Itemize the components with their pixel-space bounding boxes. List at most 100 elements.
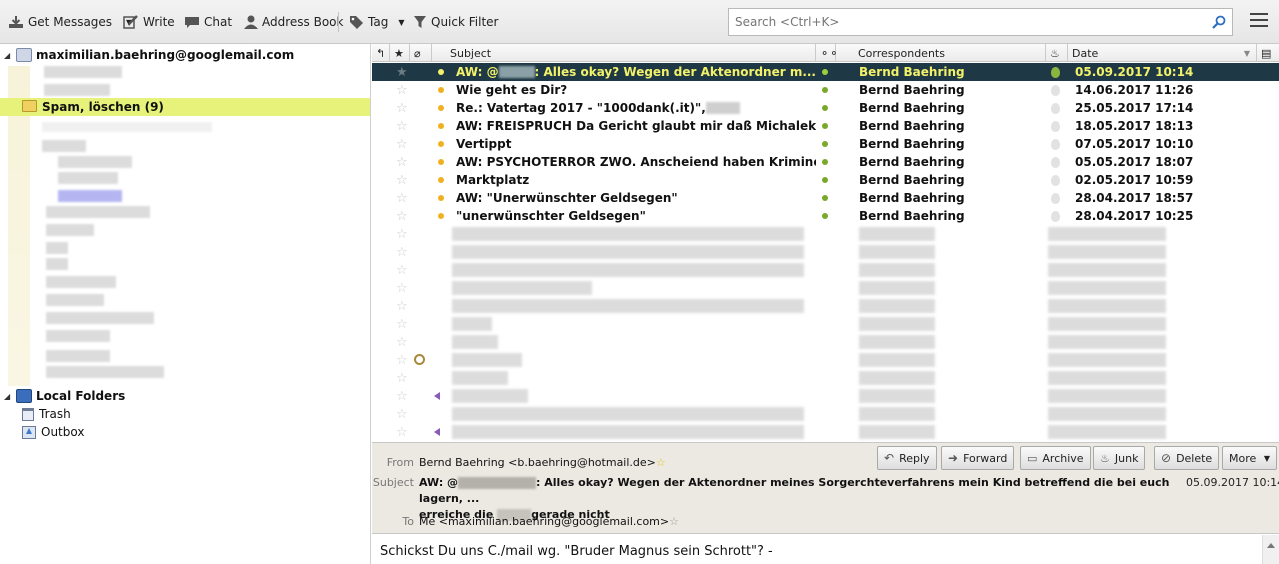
redacted-message-row[interactable]: ☆ (372, 387, 1279, 405)
chat-button[interactable]: Chat (184, 13, 232, 31)
reply-button[interactable]: ↶ Reply (877, 446, 937, 470)
junk-flame-icon[interactable] (1051, 135, 1063, 153)
star-icon[interactable]: ☆ (396, 423, 408, 441)
redacted-folder[interactable] (46, 366, 164, 378)
search-box[interactable] (728, 8, 1233, 36)
star-icon[interactable]: ☆ (396, 225, 408, 243)
star-icon[interactable]: ☆ (396, 189, 410, 207)
star-icon[interactable]: ☆ (396, 243, 408, 261)
more-button[interactable]: More ▼ (1222, 446, 1277, 470)
star-icon[interactable]: ☆ (396, 171, 410, 189)
junk-flame-icon[interactable] (1051, 117, 1063, 135)
junk-flame-icon[interactable] (1051, 63, 1063, 81)
message-row[interactable]: ☆ Re.: Vatertag 2017 - "1000dank(.it)", … (372, 99, 1279, 117)
star-icon[interactable]: ☆ (396, 333, 408, 351)
redacted-message-row[interactable]: ☆ (372, 297, 1279, 315)
message-row[interactable]: ☆ "unerwünschter Geldsegen" Bernd Baehri… (372, 207, 1279, 225)
star-icon[interactable]: ☆ (396, 135, 410, 153)
redacted-message-row[interactable]: ☆ (372, 369, 1279, 387)
star-icon[interactable]: ☆ (669, 515, 679, 528)
read-status-icon[interactable] (822, 153, 828, 171)
star-icon[interactable]: ☆ (396, 261, 408, 279)
read-status-icon[interactable] (822, 99, 828, 117)
message-row[interactable]: ★ AW: @: Alles okay? Wegen der Aktenordn… (372, 63, 1279, 81)
star-icon[interactable]: ☆ (396, 405, 408, 423)
redacted-folder[interactable] (46, 224, 94, 236)
unread-dot-icon[interactable] (438, 63, 446, 81)
correspondents-column[interactable]: Correspondents (836, 44, 1046, 62)
from-value[interactable]: Bernd Baehring <b.baehring@hotmail.de>☆ (419, 456, 666, 469)
collapse-icon[interactable]: ◢ (4, 392, 12, 401)
unread-dot-icon[interactable] (438, 135, 446, 153)
read-status-icon[interactable] (822, 63, 828, 81)
message-row[interactable]: ☆ Marktplatz Bernd Baehring 02.05.2017 1… (372, 171, 1279, 189)
archive-button[interactable]: ▭ Archive (1020, 446, 1091, 470)
message-row[interactable]: ☆ AW: FREISPRUCH Da Gericht glaubt mir d… (372, 117, 1279, 135)
unread-dot-icon[interactable] (438, 81, 446, 99)
redacted-folder[interactable] (46, 242, 68, 254)
redacted-message-row[interactable]: ☆ (372, 315, 1279, 333)
folder-outbox[interactable]: Outbox (22, 423, 84, 441)
read-status-icon[interactable] (822, 189, 828, 207)
redacted-folder[interactable] (44, 84, 110, 96)
redacted-folder[interactable] (42, 122, 212, 132)
redacted-message-row[interactable]: ☆ (372, 225, 1279, 243)
star-icon[interactable]: ☆ (656, 456, 666, 469)
read-status-icon[interactable] (822, 135, 828, 153)
star-icon[interactable]: ☆ (396, 279, 408, 297)
read-status-icon[interactable] (822, 117, 828, 135)
junk-column[interactable]: ♨ (1046, 44, 1068, 62)
attachment-column[interactable]: ⌀ (410, 44, 432, 62)
junk-flame-icon[interactable] (1051, 81, 1063, 99)
star-icon[interactable]: ☆ (396, 99, 410, 117)
read-column[interactable]: ⚬⚬ (816, 44, 838, 62)
redacted-folder[interactable] (42, 140, 86, 152)
folder-trash[interactable]: Trash (22, 405, 71, 423)
star-icon[interactable]: ☆ (396, 117, 410, 135)
quick-filter-button[interactable]: Quick Filter (413, 13, 498, 31)
message-row[interactable]: ☆ Vertippt Bernd Baehring 07.05.2017 10:… (372, 135, 1279, 153)
forward-button[interactable]: ➜ Forward (941, 446, 1015, 470)
redacted-folder[interactable] (46, 312, 154, 324)
junk-flame-icon[interactable] (1051, 189, 1063, 207)
unread-dot-icon[interactable] (438, 117, 446, 135)
message-row[interactable]: ☆ AW: "Unerwünschter Geldsegen" Bernd Ba… (372, 189, 1279, 207)
account-row[interactable]: ◢ maximilian.baehring@googlemail.com (4, 46, 294, 64)
read-status-icon[interactable] (822, 207, 828, 225)
redacted-folder[interactable] (46, 276, 116, 288)
junk-flame-icon[interactable] (1051, 99, 1063, 117)
redacted-message-row[interactable]: ☆ (372, 279, 1279, 297)
star-icon[interactable]: ☆ (396, 153, 410, 171)
read-status-icon[interactable] (822, 81, 828, 99)
redacted-message-row[interactable]: ☆ (372, 243, 1279, 261)
folder-spam[interactable]: Spam, löschen (9) (0, 98, 370, 116)
to-value[interactable]: Me <maximilian.baehring@googlemail.com>☆ (419, 515, 679, 528)
redacted-folder[interactable] (46, 350, 110, 362)
unread-dot-icon[interactable] (438, 153, 446, 171)
unread-dot-icon[interactable] (438, 99, 446, 117)
write-button[interactable]: Write (123, 13, 175, 31)
redacted-message-row[interactable]: ☆ (372, 405, 1279, 423)
date-column[interactable]: Date ▼ (1068, 44, 1257, 62)
search-icon[interactable] (1212, 15, 1226, 29)
redacted-folder[interactable] (58, 190, 122, 202)
star-column[interactable]: ★ (390, 44, 410, 62)
redacted-folder[interactable] (58, 156, 132, 168)
get-messages-button[interactable]: Get Messages ▼ (8, 13, 132, 31)
message-row[interactable]: ☆ Wie geht es Dir? Bernd Baehring 14.06.… (372, 81, 1279, 99)
redacted-folder[interactable] (46, 206, 150, 218)
message-row[interactable]: ☆ AW: PSYCHOTERROR ZWO. Anscheiend haben… (372, 153, 1279, 171)
redacted-message-row[interactable]: ☆ (372, 351, 1279, 369)
star-icon[interactable]: ☆ (396, 315, 408, 333)
thread-column[interactable]: ↰ (372, 44, 390, 62)
star-icon[interactable]: ☆ (396, 81, 410, 99)
redacted-message-row[interactable]: ☆ (372, 333, 1279, 351)
subject-column[interactable]: Subject (432, 44, 816, 62)
hamburger-menu-icon[interactable] (1250, 13, 1268, 29)
redacted-folder[interactable] (46, 330, 110, 342)
redacted-message-row[interactable]: ☆ (372, 423, 1279, 441)
unread-dot-icon[interactable] (438, 189, 446, 207)
column-picker[interactable]: ▤ (1257, 44, 1279, 62)
star-icon[interactable]: ☆ (396, 369, 408, 387)
redacted-folder[interactable] (46, 258, 68, 270)
